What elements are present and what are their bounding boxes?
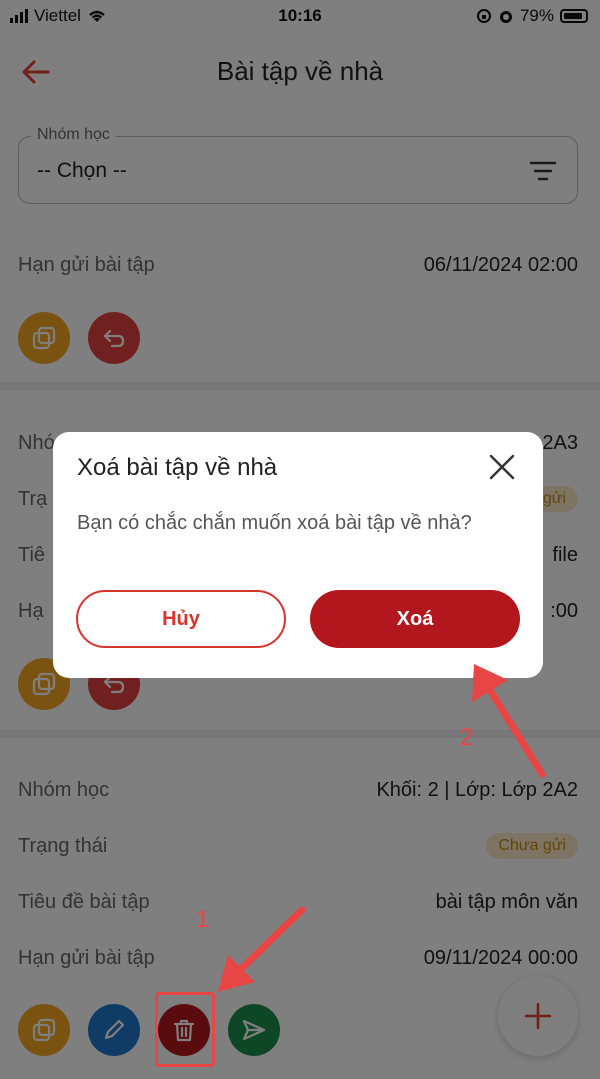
dialog-title: Xoá bài tập về nhà — [77, 454, 278, 481]
dialog-message: Bạn có chắc chắn muốn xoá bài tập về nhà… — [77, 512, 472, 534]
confirm-delete-button[interactable]: Xoá — [310, 590, 520, 648]
cancel-button[interactable]: Hủy — [76, 590, 286, 648]
close-icon[interactable] — [487, 452, 517, 482]
step1-label: 1 — [196, 906, 210, 933]
step1-highlight-box — [155, 992, 215, 1067]
step2-label: 2 — [460, 724, 474, 751]
delete-confirm-dialog: Xoá bài tập về nhà Bạn có chắc chắn muốn… — [53, 432, 543, 678]
